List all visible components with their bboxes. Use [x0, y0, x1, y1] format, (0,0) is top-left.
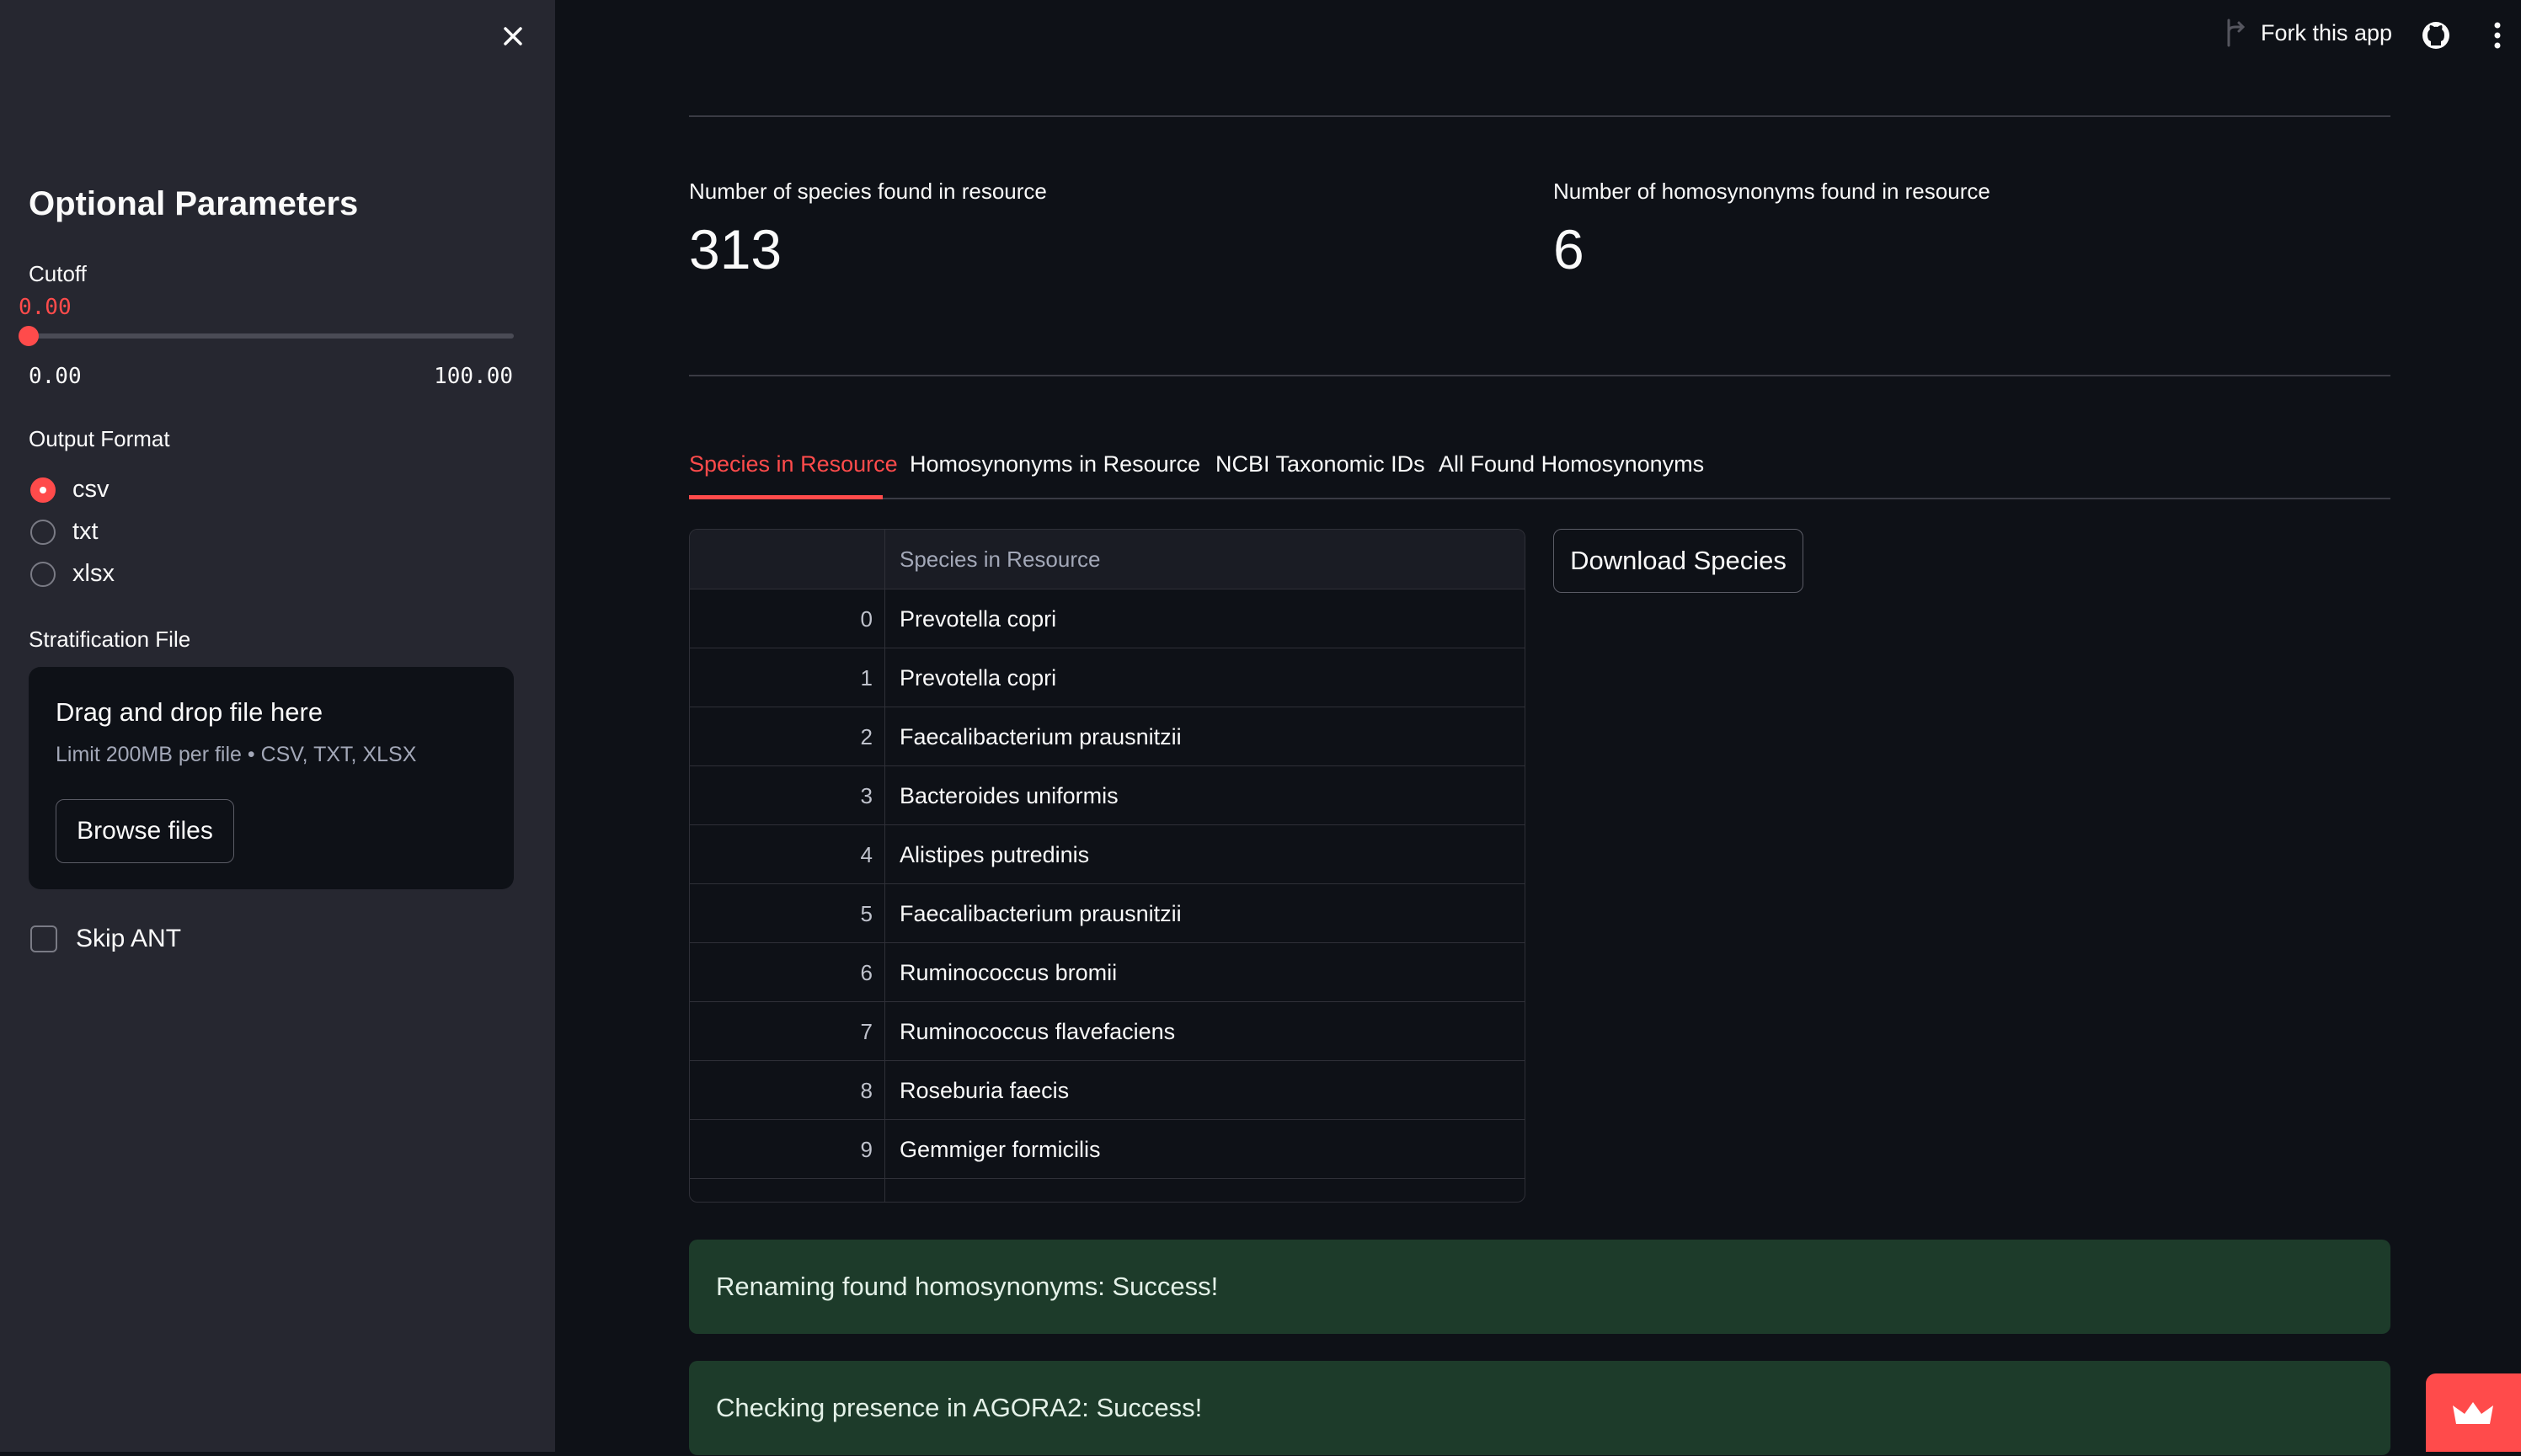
radio-label: xlsx [72, 560, 115, 587]
homosynonym-count-value: 6 [1553, 218, 1584, 280]
tab-species-in-resource[interactable]: Species in Resource [689, 451, 898, 477]
radio-txt[interactable]: txt [30, 518, 99, 546]
species-name-cell: Faecalibacterium prausnitzii [900, 724, 1182, 749]
radio-xlsx[interactable]: xlsx [30, 560, 115, 588]
row-index [690, 1179, 885, 1202]
skip-ant-checkbox[interactable]: Skip ANT [30, 925, 181, 953]
download-species-button[interactable]: Download Species [1553, 529, 1803, 593]
tab-all-found-homosynonyms[interactable]: All Found Homosynonyms [1439, 451, 1704, 477]
browse-files-button[interactable]: Browse files [56, 799, 234, 863]
sidebar-title: Optional Parameters [29, 185, 359, 222]
row-index: 9 [690, 1120, 885, 1179]
active-tab-indicator [689, 495, 883, 499]
table-row[interactable]: 7 Ruminococcus flavefaciens [690, 1001, 1525, 1061]
species-name-cell: Bacteroides uniformis [900, 783, 1119, 808]
cutoff-slider-thumb[interactable] [19, 326, 39, 346]
cutoff-slider-track[interactable] [29, 333, 514, 339]
cutoff-max-label: 100.00 [434, 364, 513, 389]
dropzone-limit-text: Limit 200MB per file • CSV, TXT, XLSX [56, 743, 417, 766]
skip-ant-label: Skip ANT [76, 925, 182, 952]
row-index: 0 [690, 589, 885, 648]
row-index: 7 [690, 1002, 885, 1061]
github-icon[interactable] [2421, 20, 2451, 51]
species-table[interactable]: Species in Resource 0 Prevotella copri 1 Pr… [689, 529, 1525, 1203]
table-row[interactable]: 0 Prevotella copri [690, 589, 1525, 648]
table-row[interactable]: 6 Ruminococcus bromii [690, 942, 1525, 1002]
table-header: Species in Resource [690, 530, 1525, 589]
success-alert: Renaming found homosynonyms: Success! [689, 1240, 2390, 1334]
close-icon[interactable] [495, 19, 531, 54]
stratification-file-label: Stratification File [29, 627, 191, 652]
species-count-label: Number of species found in resource [689, 179, 1047, 204]
homosynonym-count-label: Number of homosynonyms found in resource [1553, 179, 1990, 204]
cutoff-min-label: 0.00 [29, 364, 82, 389]
species-name-cell: Gemmiger formicilis [900, 1137, 1101, 1162]
row-index: 8 [690, 1061, 885, 1120]
species-name-cell: Ruminococcus flavefaciens [900, 1019, 1176, 1044]
row-index: 4 [690, 825, 885, 884]
divider [689, 375, 2390, 376]
table-row[interactable]: 1 Prevotella copri [690, 648, 1525, 707]
row-index: 5 [690, 884, 885, 943]
more-vert-icon[interactable] [2485, 20, 2510, 51]
row-index: 6 [690, 943, 885, 1002]
fork-label: Fork this app [2261, 19, 2393, 45]
checkbox-icon [30, 925, 57, 952]
radio-selected-icon [30, 477, 56, 503]
streamlit-crown-icon[interactable] [2426, 1373, 2521, 1452]
row-index: 1 [690, 648, 885, 707]
species-name-cell: Ruminococcus bromii [900, 960, 1118, 985]
table-row[interactable]: 8 Roseburia faecis [690, 1060, 1525, 1120]
index-header [690, 530, 885, 589]
fork-icon [2227, 19, 2246, 47]
tab-ncbi-taxonomic-ids[interactable]: NCBI Taxonomic IDs [1215, 451, 1425, 477]
column-header: Species in Resource [900, 547, 1101, 572]
dropzone-title: Drag and drop file here [56, 697, 323, 727]
cutoff-label: Cutoff [29, 261, 87, 286]
species-count-value: 313 [689, 218, 782, 280]
table-row-partial [690, 1178, 1525, 1202]
radio-unselected-icon [30, 519, 56, 545]
species-name-cell: Prevotella copri [900, 665, 1057, 691]
tab-homosynonyms-in-resource[interactable]: Homosynonyms in Resource [910, 451, 1200, 477]
species-name-cell: Roseburia faecis [900, 1078, 1070, 1103]
table-row[interactable]: 9 Gemmiger formicilis [690, 1119, 1525, 1179]
species-name-cell: Faecalibacterium prausnitzii [900, 901, 1182, 926]
file-dropzone[interactable]: Drag and drop file here Limit 200MB per … [29, 667, 514, 889]
divider [689, 115, 2390, 117]
radio-csv[interactable]: csv [30, 476, 109, 504]
output-format-label: Output Format [29, 426, 170, 451]
row-index: 2 [690, 707, 885, 766]
cutoff-current-value: 0.00 [19, 295, 72, 320]
row-index: 3 [690, 766, 885, 825]
species-name-cell: Alistipes putredinis [900, 842, 1090, 867]
radio-label: txt [72, 518, 99, 545]
table-row[interactable]: 3 Bacteroides uniformis [690, 765, 1525, 825]
fork-app-button[interactable]: Fork this app [2224, 19, 2392, 47]
tab-bar-divider [689, 498, 2390, 499]
success-alert: Checking presence in AGORA2: Success! [689, 1361, 2390, 1455]
radio-unselected-icon [30, 561, 56, 587]
table-row[interactable]: 2 Faecalibacterium prausnitzii [690, 707, 1525, 766]
sidebar: Optional Parameters Cutoff 0.00 0.00 100… [0, 0, 555, 1452]
table-row[interactable]: 5 Faecalibacterium prausnitzii [690, 883, 1525, 943]
species-name-cell: Prevotella copri [900, 606, 1057, 632]
radio-label: csv [72, 476, 109, 503]
table-row[interactable]: 4 Alistipes putredinis [690, 824, 1525, 884]
